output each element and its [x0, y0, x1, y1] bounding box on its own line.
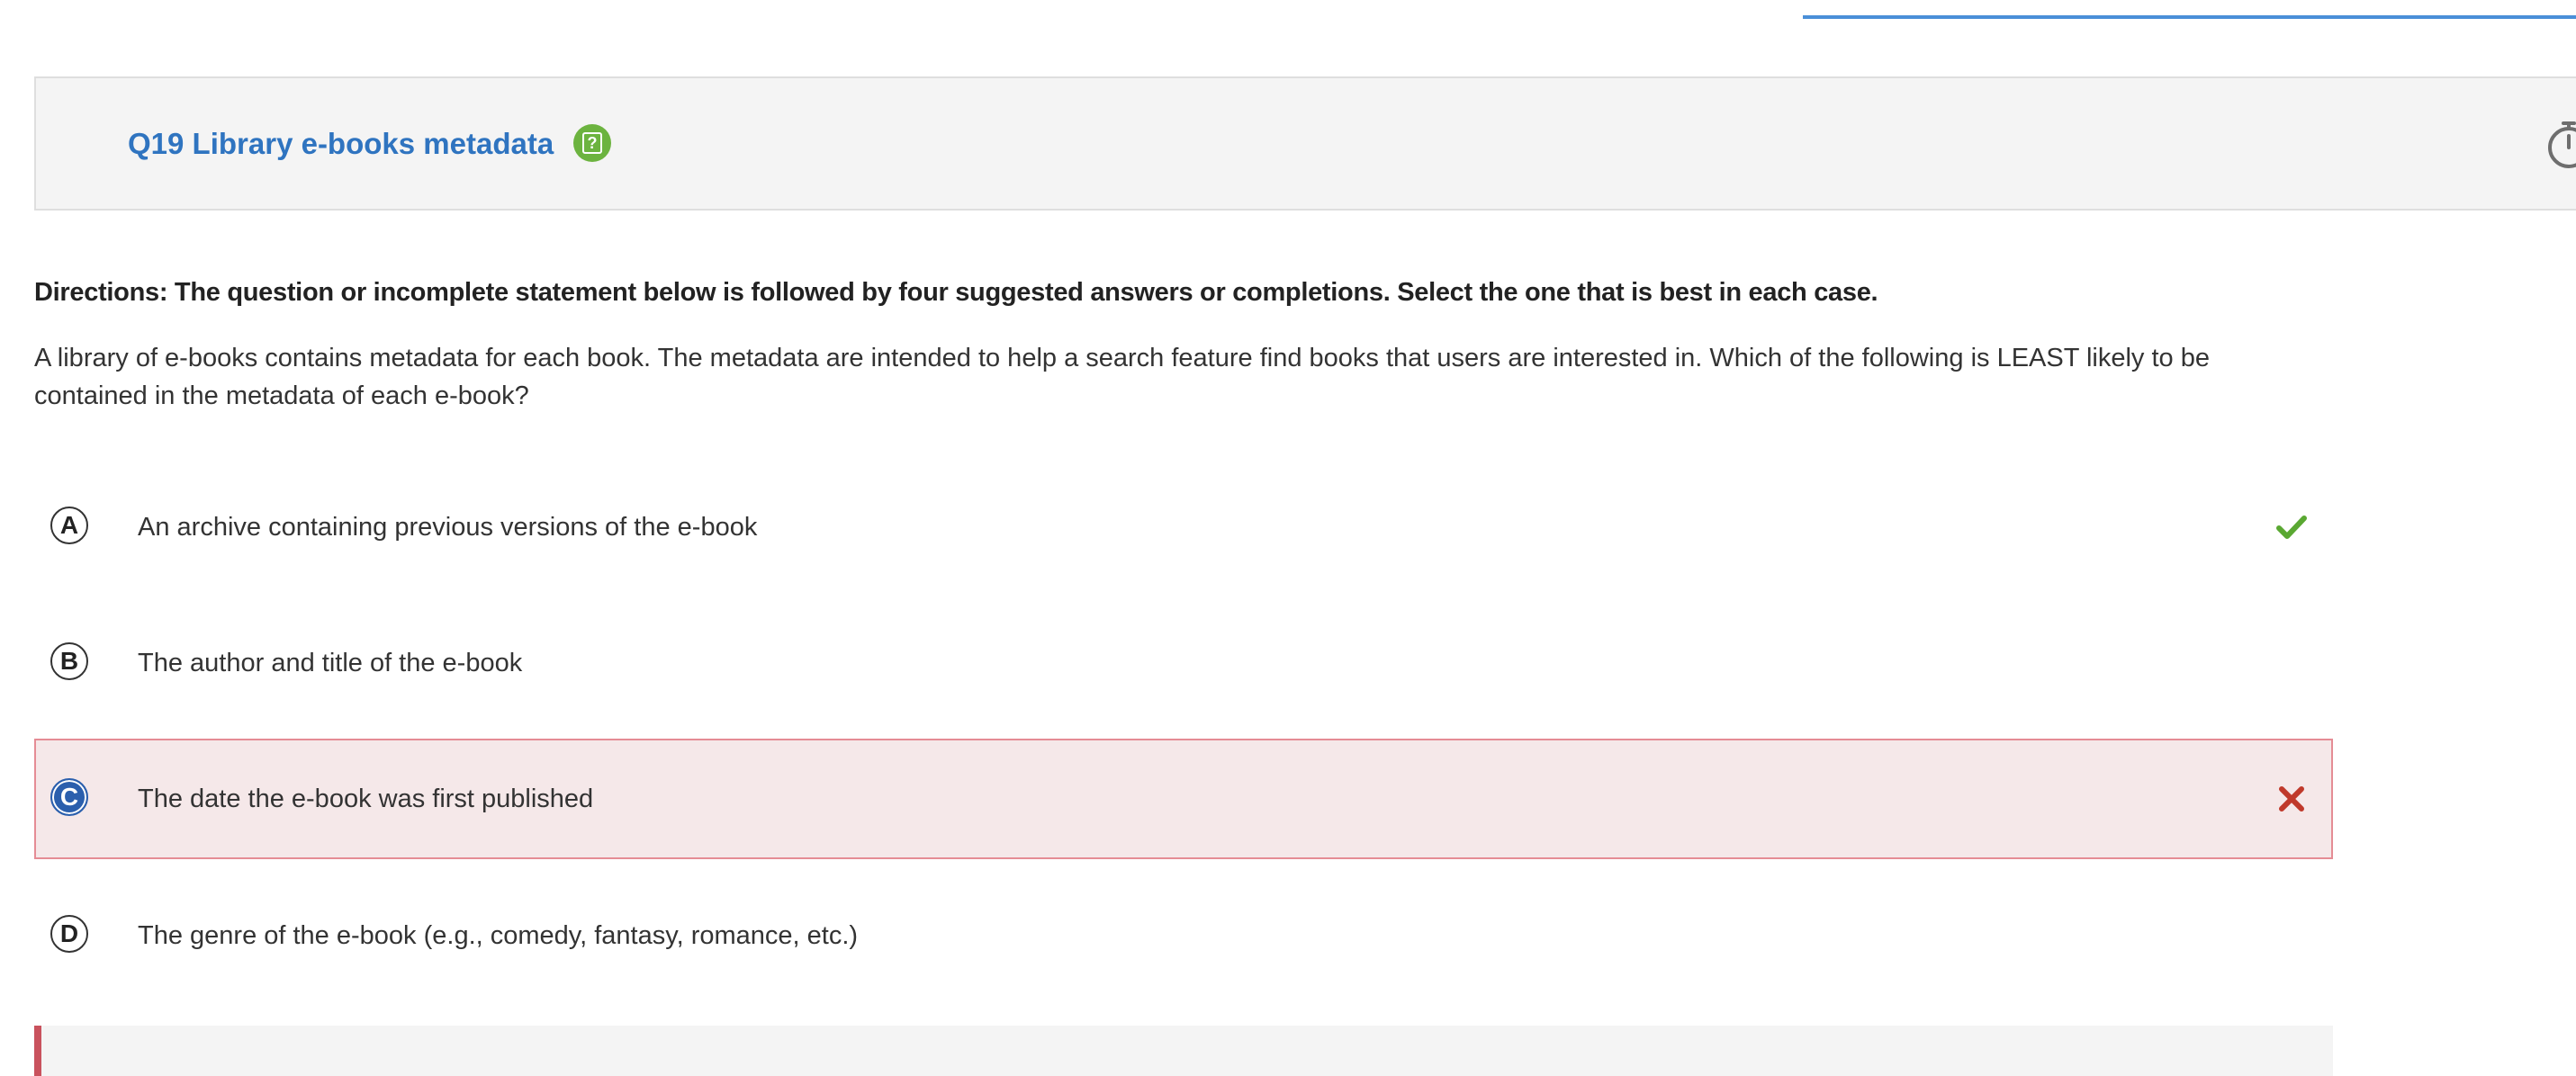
- progress-bar: [1803, 15, 2576, 19]
- question-title: Q19 Library e-books metadata: [128, 127, 554, 160]
- checkmark-icon: [2276, 516, 2307, 539]
- answer-option-c[interactable]: C The date the e-book was first publishe…: [34, 739, 2333, 859]
- help-icon-glyph: ?: [582, 132, 602, 154]
- x-mark-icon: [2279, 786, 2304, 811]
- option-text-b: The author and title of the e-book: [138, 649, 523, 677]
- stopwatch-icon[interactable]: [2540, 118, 2576, 172]
- help-icon[interactable]: ?: [573, 124, 611, 162]
- option-text-c: The date the e-book was first published: [138, 785, 594, 813]
- question-header: Q19 Library e-books metadata ?: [34, 76, 2576, 211]
- answer-option-d[interactable]: D The genre of the e-book (e.g., comedy,…: [34, 875, 2333, 996]
- answer-option-b[interactable]: B The author and title of the e-book: [34, 603, 2333, 723]
- feedback-panel: [34, 1026, 2333, 1076]
- option-text-a: An archive containing previous versions …: [138, 513, 758, 542]
- option-letter-a[interactable]: A: [50, 507, 88, 544]
- directions-text: Directions: The question or incomplete s…: [34, 278, 1878, 307]
- question-page: Q19 Library e-books metadata ? Direction…: [0, 0, 2576, 1076]
- option-letter-d[interactable]: D: [50, 915, 88, 953]
- option-text-d: The genre of the e-book (e.g., comedy, f…: [138, 921, 859, 950]
- answer-option-a[interactable]: A An archive containing previous version…: [34, 467, 2333, 587]
- question-stem: A library of e-books contains metadata f…: [34, 344, 2210, 410]
- option-letter-b[interactable]: B: [50, 642, 88, 680]
- option-letter-c[interactable]: C: [50, 778, 88, 816]
